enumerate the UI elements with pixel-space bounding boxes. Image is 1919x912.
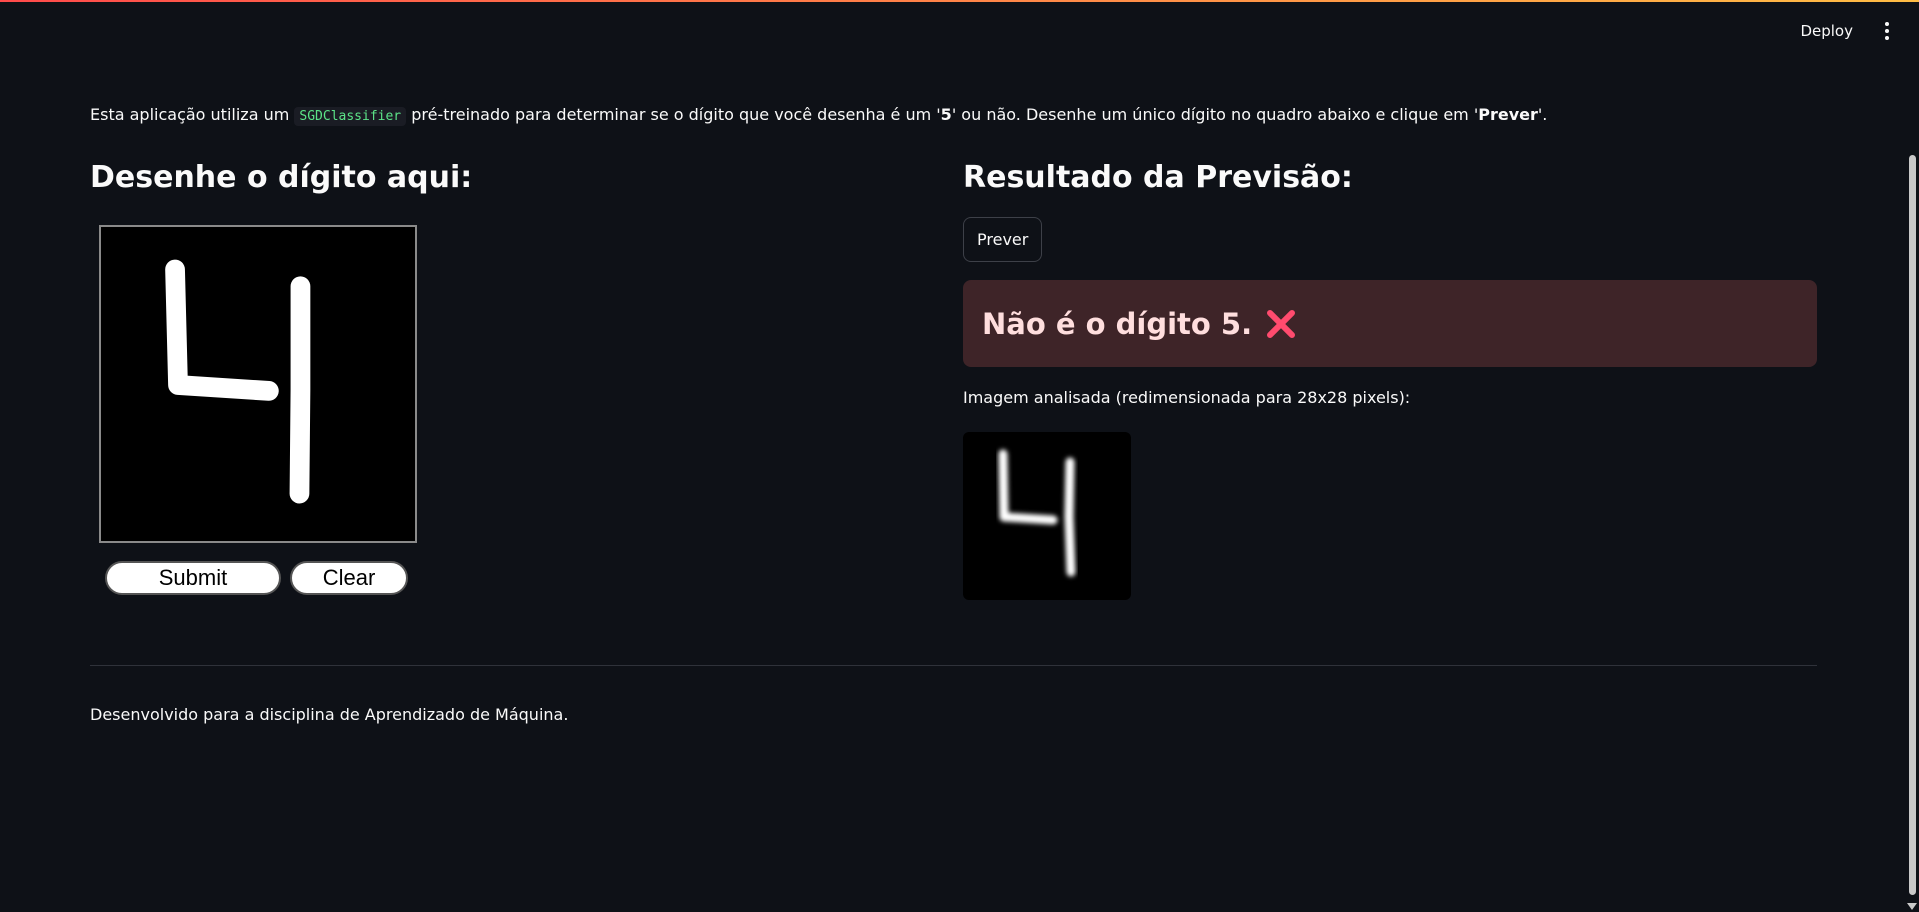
scroll-down-arrow-icon[interactable] [1907,903,1917,910]
image-caption: Imagem analisada (redimensionada para 28… [963,388,1411,407]
draw-heading: Desenhe o dígito aqui: [90,160,473,195]
intro-text: Esta aplicação utiliza um SGDClassifier … [90,105,1548,126]
classifier-code: SGDClassifier [294,107,407,126]
predict-button[interactable]: Prever [963,217,1043,262]
drawn-digit-stroke [165,259,311,504]
submit-button[interactable]: Submit [105,561,281,595]
footer-text: Desenvolvido para a disciplina de Aprend… [90,705,569,724]
vertical-scrollbar[interactable] [1905,145,1919,912]
analyzed-image [963,432,1131,600]
section-divider [90,665,1817,666]
drawing-canvas[interactable] [99,225,417,543]
deploy-button[interactable]: Deploy [1794,18,1859,44]
scrollbar-thumb[interactable] [1909,155,1916,895]
prediction-result-alert: Não é o dígito 5. [963,280,1817,367]
result-text: Não é o dígito 5. [982,306,1253,341]
app-toolbar: Deploy [1794,18,1893,44]
clear-button[interactable]: Clear [290,561,408,595]
top-decoration-line [0,0,1919,2]
kebab-menu-icon[interactable] [1881,18,1893,44]
cross-mark-icon [1264,307,1298,341]
result-heading: Resultado da Previsão: [963,160,1353,195]
